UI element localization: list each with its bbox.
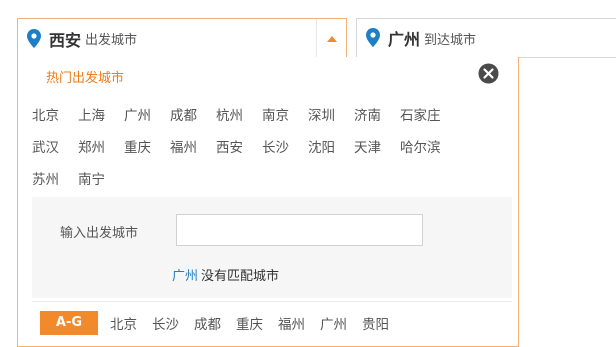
hot-city-item[interactable]: 深圳 <box>308 105 335 137</box>
arrival-city-field[interactable]: 广州 到达城市 <box>356 18 616 58</box>
hot-city-item[interactable]: 石家庄 <box>400 105 441 137</box>
arrival-city-value: 广州 <box>388 30 421 49</box>
divider <box>32 301 512 302</box>
close-icon[interactable] <box>478 63 499 84</box>
collapse-dropdown-button[interactable] <box>316 19 346 58</box>
city-search-area: 输入出发城市 广州 没有匹配城市 <box>32 197 512 298</box>
hot-city-item[interactable]: 北京 <box>32 105 59 137</box>
tab-a-g[interactable]: A-G <box>40 311 98 335</box>
no-match-text: 没有匹配城市 <box>201 269 280 284</box>
arrival-city-hint: 到达城市 <box>424 32 477 48</box>
hot-city-item[interactable]: 广州 <box>124 105 151 137</box>
hot-city-item[interactable]: 重庆 <box>124 137 151 169</box>
hot-city-item[interactable]: 福州 <box>170 137 197 169</box>
alpha-city-item[interactable]: 贵阳 <box>362 313 389 333</box>
no-match-query: 广州 <box>172 269 199 284</box>
hot-city-item[interactable]: 成都 <box>170 105 197 137</box>
hot-city-item[interactable]: 长沙 <box>262 137 289 169</box>
map-pin-icon <box>366 28 382 48</box>
alpha-city-item[interactable]: 北京 <box>110 313 137 333</box>
hot-city-item[interactable]: 郑州 <box>78 137 105 169</box>
hot-city-item[interactable]: 杭州 <box>216 105 243 137</box>
city-picker-panel: 热门出发城市 北京 上海 广州 成都 杭州 南京 深圳 济南 石家庄 武汉 郑州 重庆 福州 西安 长沙 沈阳… <box>17 57 519 347</box>
alpha-city-item[interactable]: 福州 <box>278 313 305 333</box>
hot-city-item[interactable]: 南京 <box>262 105 289 137</box>
alpha-city-item[interactable]: 重庆 <box>236 313 263 333</box>
hot-city-item[interactable]: 济南 <box>354 105 381 137</box>
departure-city-hint: 出发城市 <box>85 33 138 48</box>
departure-city-value: 西安 <box>49 30 82 50</box>
departure-city-field[interactable]: 西安 出发城市 <box>17 18 347 58</box>
hot-city-item[interactable]: 天津 <box>354 137 381 169</box>
city-search-input[interactable] <box>176 214 423 246</box>
hot-city-item[interactable]: 西安 <box>216 137 243 169</box>
hot-city-item[interactable]: 哈尔滨 <box>400 137 441 169</box>
alpha-city-item[interactable]: 长沙 <box>152 313 179 333</box>
alphabet-city-row: A-G 北京 长沙 成都 重庆 福州 广州 贵阳 <box>40 310 404 336</box>
search-label: 输入出发城市 <box>60 226 139 241</box>
alpha-city-item[interactable]: 广州 <box>320 313 347 333</box>
panel-title: 热门出发城市 <box>46 71 125 86</box>
alpha-city-item[interactable]: 成都 <box>194 313 221 333</box>
map-pin-icon <box>27 28 43 49</box>
no-match-message: 广州 没有匹配城市 <box>172 265 279 284</box>
caret-up-icon <box>326 35 337 42</box>
hot-city-item[interactable]: 上海 <box>78 105 105 137</box>
hot-city-item[interactable]: 武汉 <box>32 137 59 169</box>
hot-city-list: 北京 上海 广州 成都 杭州 南京 深圳 济南 石家庄 武汉 郑州 重庆 福州 西安 长沙 沈阳 天津 哈尔滨 苏州… <box>32 105 512 201</box>
hot-city-item[interactable]: 沈阳 <box>308 137 335 169</box>
